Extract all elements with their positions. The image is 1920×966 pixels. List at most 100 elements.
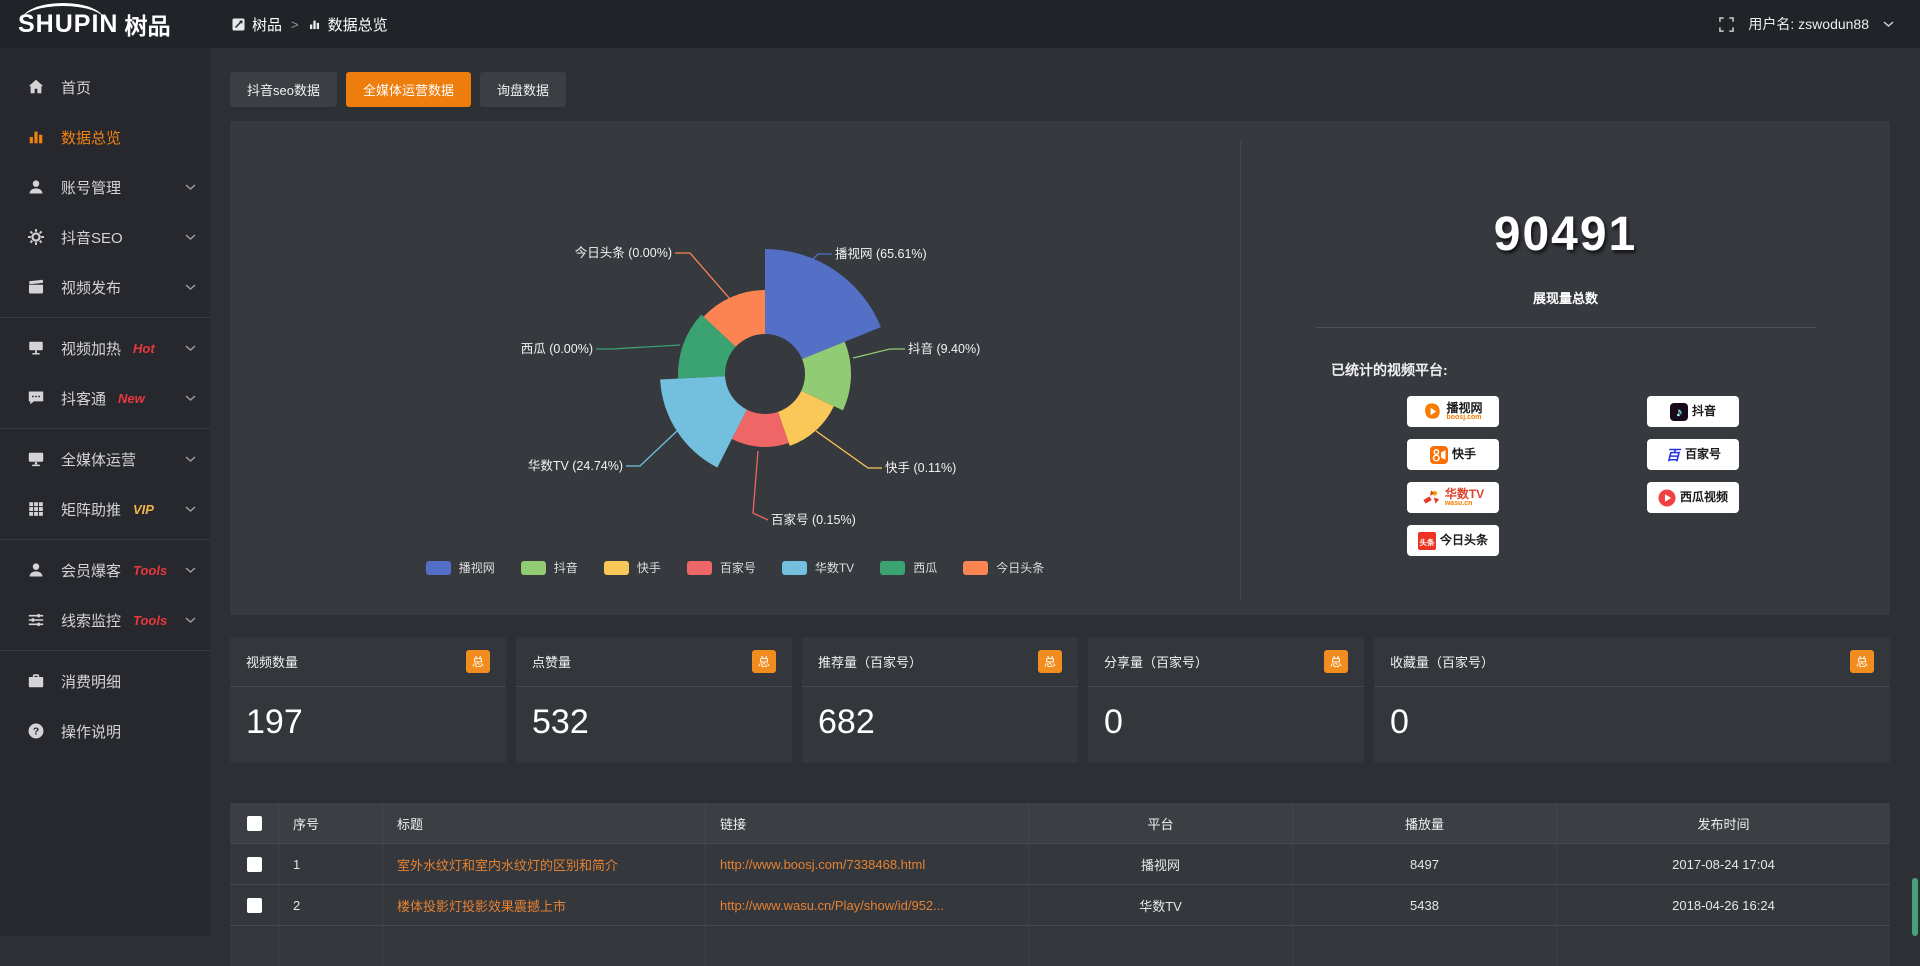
sidebar-item-抖客通[interactable]: 抖客通New bbox=[0, 373, 210, 423]
cell-platform: 播视网 bbox=[1028, 844, 1292, 884]
sidebar-item-label: 视频加热 bbox=[61, 338, 121, 359]
clapperboard-icon bbox=[26, 277, 46, 297]
sidebar-item-视频加热[interactable]: 视频加热Hot bbox=[0, 323, 210, 373]
sidebar-item-label: 账号管理 bbox=[61, 177, 121, 198]
wasu-logo bbox=[1422, 488, 1441, 507]
legend-label: 百家号 bbox=[720, 559, 756, 576]
sidebar-item-label: 操作说明 bbox=[61, 721, 121, 742]
main-content: 抖音seo数据全媒体运营数据询盘数据 播视网 (65.61%)抖音 (9.40%… bbox=[210, 48, 1920, 936]
legend-item-西瓜[interactable]: 西瓜 bbox=[880, 559, 937, 576]
sidebar-item-全媒体运营[interactable]: 全媒体运营 bbox=[0, 434, 210, 484]
legend-item-抖音[interactable]: 抖音 bbox=[521, 559, 578, 576]
username-label[interactable]: 用户名: zswodun88 bbox=[1748, 14, 1869, 34]
bar-chart-icon bbox=[26, 127, 46, 147]
platform-name: 抖音 bbox=[1692, 405, 1716, 418]
tab-抖音seo数据[interactable]: 抖音seo数据 bbox=[230, 72, 337, 107]
chat-icon bbox=[26, 388, 46, 408]
total-impressions-label: 展现量总数 bbox=[1241, 288, 1890, 307]
sidebar-item-矩阵助推[interactable]: 矩阵助推VIP bbox=[0, 484, 210, 534]
svg-text:头条: 头条 bbox=[1419, 536, 1435, 546]
sidebar-item-label: 矩阵助推 bbox=[61, 499, 121, 520]
stat-card-total-badge: 总 bbox=[1324, 650, 1348, 673]
cell-title[interactable]: 楼体投影灯投影效果震撼上市 bbox=[382, 885, 705, 925]
pie-slice-华数TV[interactable] bbox=[660, 376, 747, 467]
tab-全媒体运营数据[interactable]: 全媒体运营数据 bbox=[346, 72, 471, 107]
sidebar-item-消费明细[interactable]: 消费明细 bbox=[0, 656, 210, 706]
toutiao-logo: 头条 bbox=[1418, 532, 1436, 550]
sidebar-item-线索监控[interactable]: 线索监控Tools bbox=[0, 595, 210, 645]
legend-swatch bbox=[687, 561, 712, 575]
logo-arc bbox=[22, 3, 104, 20]
wallet-icon bbox=[26, 671, 46, 691]
sidebar-divider bbox=[0, 317, 210, 318]
sidebar-item-会员爆客[interactable]: 会员爆客Tools bbox=[0, 545, 210, 595]
sidebar-item-抖音SEO[interactable]: 抖音SEO bbox=[0, 212, 210, 262]
page-scrollbar-thumb[interactable] bbox=[1912, 878, 1918, 936]
sidebar-item-账号管理[interactable]: 账号管理 bbox=[0, 162, 210, 212]
column-header-播放量: 播放量 bbox=[1292, 803, 1556, 843]
cell-index: 2 bbox=[278, 885, 382, 925]
monitor-icon bbox=[26, 338, 46, 358]
breadcrumb-root[interactable]: 树品 bbox=[252, 14, 282, 35]
fullscreen-icon[interactable] bbox=[1719, 17, 1734, 32]
platforms-grid: 播视网boosj.com快手华数TVwasu.cn头条今日头条♪♪抖音百百家号西… bbox=[1407, 396, 1890, 556]
cell-index bbox=[278, 926, 382, 966]
legend-item-华数TV[interactable]: 华数TV bbox=[782, 559, 854, 576]
header-right: 用户名: zswodun88 bbox=[1719, 14, 1920, 34]
stat-card-label: 分享量（百家号） bbox=[1104, 652, 1208, 671]
row-checkbox[interactable] bbox=[247, 857, 262, 872]
chevron-down-icon bbox=[185, 345, 196, 352]
chevron-down-icon bbox=[185, 456, 196, 463]
cell-title[interactable] bbox=[382, 926, 705, 966]
table-row: 1室外水纹灯和室内水纹灯的区别和简介http://www.boosj.com/7… bbox=[230, 843, 1890, 884]
platform-badge-播视网: 播视网boosj.com bbox=[1407, 396, 1499, 427]
row-checkbox[interactable] bbox=[247, 898, 262, 913]
column-header-链接: 链接 bbox=[705, 803, 1028, 843]
column-header-平台: 平台 bbox=[1028, 803, 1292, 843]
stat-card-total-badge: 总 bbox=[1038, 650, 1062, 673]
cell-link[interactable]: http://www.wasu.cn/Play/show/id/952... bbox=[705, 885, 1028, 925]
pie-slice-播视网[interactable] bbox=[765, 249, 881, 359]
cell-platform: 华数TV bbox=[1028, 885, 1292, 925]
sidebar-item-label: 抖音SEO bbox=[61, 227, 123, 248]
sidebar-item-label: 消费明细 bbox=[61, 671, 121, 692]
app-square-icon bbox=[232, 18, 245, 31]
legend-label: 快手 bbox=[637, 559, 661, 576]
legend-item-快手[interactable]: 快手 bbox=[604, 559, 661, 576]
chevron-down-icon[interactable] bbox=[1883, 21, 1894, 28]
sidebar-item-操作说明[interactable]: ?操作说明 bbox=[0, 706, 210, 756]
cell-time: 2017-08-24 17:04 bbox=[1556, 844, 1890, 884]
chevron-down-icon bbox=[185, 567, 196, 574]
column-header-发布时间: 发布时间 bbox=[1556, 803, 1890, 843]
legend-item-百家号[interactable]: 百家号 bbox=[687, 559, 756, 576]
chevron-down-icon bbox=[185, 395, 196, 402]
platform-badge-抖音: ♪♪抖音 bbox=[1647, 396, 1739, 427]
pie-label-西瓜: 西瓜 (0.00%) bbox=[521, 342, 593, 356]
tab-询盘数据[interactable]: 询盘数据 bbox=[480, 72, 566, 107]
chevron-down-icon bbox=[185, 234, 196, 241]
home-icon bbox=[26, 77, 46, 97]
cell-link[interactable]: http://www.boosj.com/7338468.html bbox=[705, 844, 1028, 884]
summary-panel: 90491 展现量总数 已统计的视频平台: 播视网boosj.com快手华数TV… bbox=[1240, 141, 1890, 599]
pie-label-leader bbox=[753, 451, 768, 520]
sidebar-item-视频发布[interactable]: 视频发布 bbox=[0, 262, 210, 312]
select-all-checkbox[interactable] bbox=[247, 816, 262, 831]
stat-card-label: 推荐量（百家号） bbox=[818, 652, 922, 671]
legend-label: 今日头条 bbox=[996, 559, 1044, 576]
sidebar-item-label: 全媒体运营 bbox=[61, 449, 136, 470]
pie-chart-svg: 播视网 (65.61%)抖音 (9.40%)快手 (0.11%)百家号 (0.1… bbox=[230, 121, 1240, 591]
stat-card-value: 197 bbox=[230, 687, 506, 742]
bar-chart-icon bbox=[308, 18, 321, 31]
platform-subtext: wasu.cn bbox=[1445, 500, 1484, 507]
legend-item-播视网[interactable]: 播视网 bbox=[426, 559, 495, 576]
legend-item-今日头条[interactable]: 今日头条 bbox=[963, 559, 1044, 576]
cell-link[interactable] bbox=[705, 926, 1028, 966]
legend-swatch bbox=[426, 561, 451, 575]
sidebar-item-数据总览[interactable]: 数据总览 bbox=[0, 112, 210, 162]
cell-plays bbox=[1292, 926, 1556, 966]
cell-title[interactable]: 室外水纹灯和室内水纹灯的区别和简介 bbox=[382, 844, 705, 884]
sidebar-item-badge: New bbox=[118, 391, 145, 406]
app-logo[interactable]: SHUPIN 树品 bbox=[0, 0, 210, 48]
platform-badge-百家号: 百百家号 bbox=[1647, 439, 1739, 470]
sidebar-item-首页[interactable]: 首页 bbox=[0, 62, 210, 112]
